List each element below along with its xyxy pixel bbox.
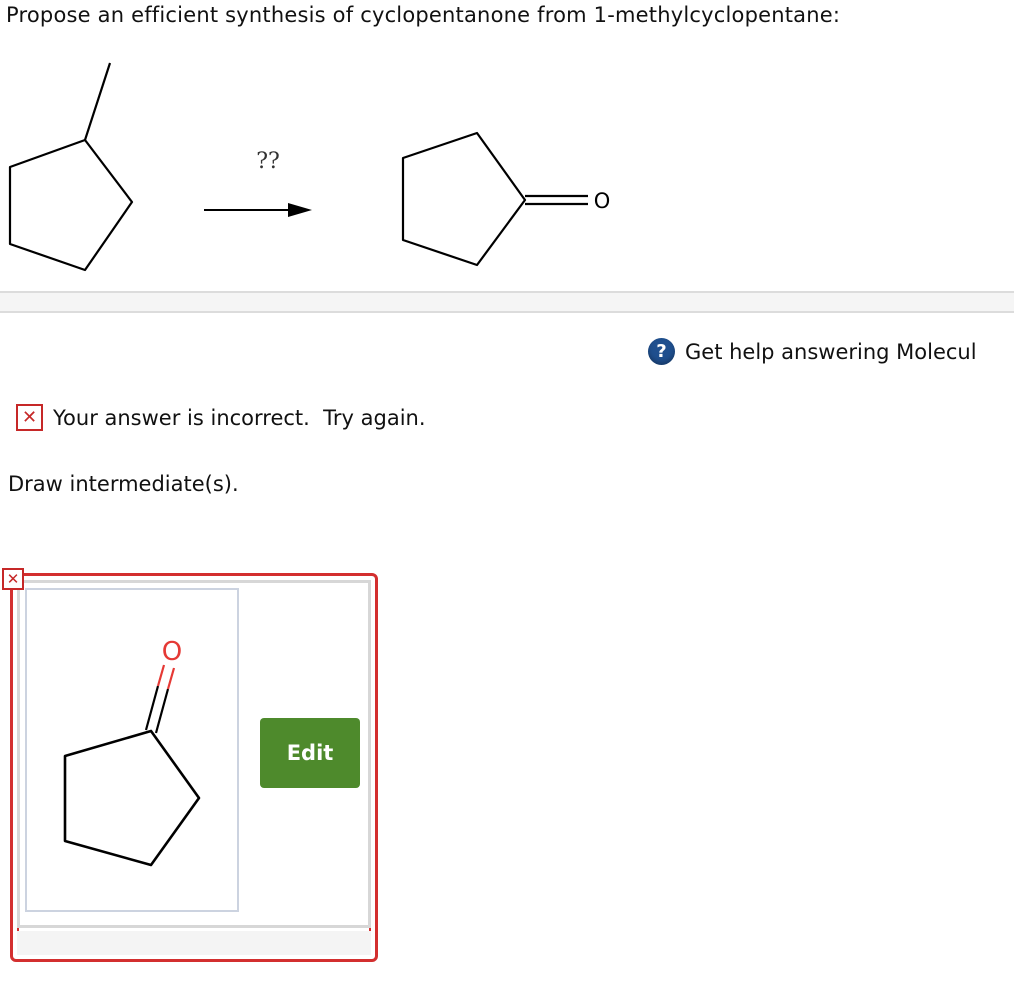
product-cyclopentanone xyxy=(401,131,588,267)
feedback-message: ✕ Your answer is incorrect. Try again. xyxy=(16,404,426,431)
product-oxygen-label: O xyxy=(594,189,611,213)
answer-status-x-icon: ✕ xyxy=(2,568,24,590)
reaction-arrow xyxy=(204,203,312,217)
answer-panel: O Edit xyxy=(17,580,371,928)
drawn-molecule-cyclopentanone: O xyxy=(63,637,201,867)
edit-button[interactable]: Edit xyxy=(260,718,360,788)
x-icon: ✕ xyxy=(16,404,43,431)
molecule-drawing-canvas[interactable]: O xyxy=(25,588,239,912)
answer-box: O Edit xyxy=(10,573,378,962)
section-divider xyxy=(0,291,1014,313)
prompt-text: Draw intermediate(s). xyxy=(8,472,239,496)
reaction-scheme: ?? O xyxy=(8,62,611,272)
question-text: Propose an efficient synthesis of cyclop… xyxy=(6,3,841,27)
question-circle-icon: ? xyxy=(648,338,675,365)
arrow-label: ?? xyxy=(256,149,280,174)
feedback-text: Your answer is incorrect. Try again. xyxy=(53,405,426,430)
get-help-link[interactable]: ? Get help answering Molecul xyxy=(648,338,977,365)
starting-material-methylcyclopentane xyxy=(8,62,134,272)
drawn-oxygen-label: O xyxy=(162,637,182,667)
answer-footer xyxy=(17,931,371,955)
help-text: Get help answering Molecul xyxy=(685,339,977,364)
